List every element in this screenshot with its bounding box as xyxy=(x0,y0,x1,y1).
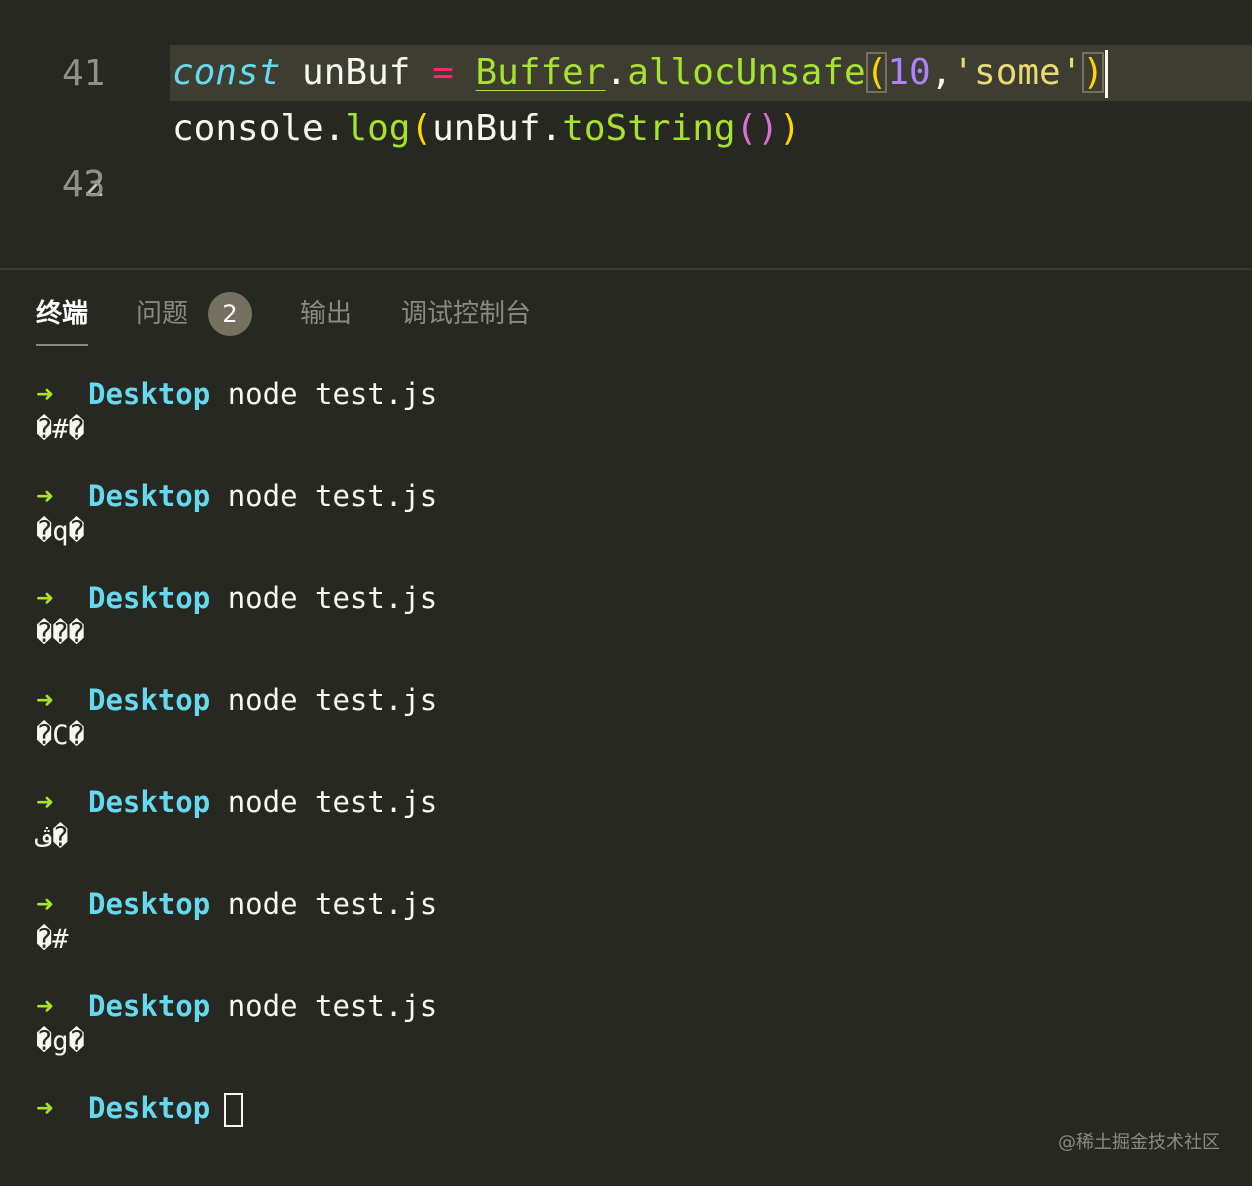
prompt-command: node test.js xyxy=(227,479,438,513)
identifier-token: unBuf xyxy=(280,52,433,93)
comma-token: , xyxy=(930,52,953,93)
open-paren-token: ( xyxy=(735,108,758,149)
terminal-prompt: ➜ Desktop node test.js xyxy=(36,372,437,416)
prompt-command: node test.js xyxy=(227,887,438,921)
command-output: ڤ� xyxy=(36,822,69,853)
method-token: allocUnsafe xyxy=(627,52,866,93)
tab-problems[interactable]: 问题 xyxy=(136,296,188,332)
prompt-directory: Desktop xyxy=(88,989,211,1023)
code-line-41[interactable]: 41 xyxy=(0,0,1252,94)
prompt-directory: Desktop xyxy=(88,785,211,819)
code-line-43[interactable]: 43 console.log(unBuf.toString()) xyxy=(0,101,1252,205)
panel-tabs: 终端 问题 2 输出 调试控制台 xyxy=(0,270,1252,356)
terminal-entry: ➜ Desktop node test.js ڤ� xyxy=(36,780,1216,880)
prompt-directory: Desktop xyxy=(88,1091,211,1125)
open-paren-token: ( xyxy=(410,108,433,149)
prompt-command: node test.js xyxy=(227,785,438,819)
terminal-prompt: ➜ Desktop node test.js xyxy=(36,780,437,824)
keyword-token: const xyxy=(172,52,281,93)
line-number: 43 xyxy=(62,164,106,205)
command-output: �g� xyxy=(36,1026,85,1057)
code-editor[interactable]: 41 42 const unBuf = Buffer.allocUnsafe(1… xyxy=(0,0,1252,268)
method-token: log xyxy=(345,108,411,149)
terminal-prompt: ➜ Desktop node test.js xyxy=(36,984,437,1028)
identifier-token: console xyxy=(172,108,324,149)
prompt-arrow-icon: ➜ xyxy=(36,1091,54,1125)
tab-output[interactable]: 输出 xyxy=(300,296,352,332)
tab-terminal[interactable]: 终端 xyxy=(36,296,88,332)
prompt-command: node test.js xyxy=(227,989,438,1023)
terminal-entry: ➜ Desktop node test.js �# xyxy=(36,882,1216,982)
problems-count-badge[interactable]: 2 xyxy=(208,292,252,336)
close-paren-token: ) xyxy=(757,108,779,149)
dot-token: . xyxy=(540,108,563,149)
prompt-directory: Desktop xyxy=(88,683,211,717)
terminal-entry: ➜ Desktop node test.js ��� xyxy=(36,576,1216,676)
prompt-directory: Desktop xyxy=(88,581,211,615)
string-token: 'some' xyxy=(952,52,1083,93)
prompt-command: node test.js xyxy=(227,581,438,615)
terminal-entry: ➜ Desktop node test.js �g� xyxy=(36,984,1216,1084)
bottom-panel: 终端 问题 2 输出 调试控制台 ➜ Desktop node test.js �… xyxy=(0,268,1252,1184)
terminal-view[interactable]: ➜ Desktop node test.js �#� ➜ Desktop node … xyxy=(0,356,1252,1176)
terminal-entry: ➜ Desktop node test.js �C� xyxy=(36,678,1216,778)
terminal-entry: ➜ Desktop node test.js �#� xyxy=(36,372,1216,472)
prompt-command: node test.js xyxy=(227,377,438,411)
prompt-command: node test.js xyxy=(227,683,438,717)
command-output: �q� xyxy=(36,516,85,547)
command-output: ��� xyxy=(36,618,85,649)
terminal-entry-current: ➜ Desktop xyxy=(36,1086,1216,1186)
identifier-token: unBuf xyxy=(432,108,541,149)
terminal-prompt: ➜ Desktop node test.js xyxy=(36,678,437,722)
open-paren-token: ( xyxy=(865,52,888,93)
prompt-directory: Desktop xyxy=(88,887,211,921)
dot-token: . xyxy=(323,108,346,149)
watermark: @稀土掘金技术社区 xyxy=(1058,1132,1220,1153)
operator-token: = xyxy=(432,52,454,93)
code-line-42[interactable]: 42 const unBuf = Buffer.allocUnsafe(10,'… xyxy=(0,45,1252,205)
terminal-prompt: ➜ Desktop node test.js xyxy=(36,576,437,620)
class-token: Buffer xyxy=(475,52,606,93)
active-tab-indicator xyxy=(36,344,88,346)
close-paren-token: ) xyxy=(778,108,801,149)
terminal-prompt[interactable]: ➜ Desktop xyxy=(36,1086,244,1130)
code-text[interactable]: const unBuf = Buffer.allocUnsafe(10,'som… xyxy=(172,45,1109,101)
text-cursor xyxy=(1105,50,1109,98)
terminal-entry: ➜ Desktop node test.js �q� xyxy=(36,474,1216,574)
command-output: �C� xyxy=(36,720,85,751)
dot-token: . xyxy=(605,52,628,93)
terminal-prompt: ➜ Desktop node test.js xyxy=(36,882,437,926)
command-output: �# xyxy=(36,924,69,955)
code-text[interactable]: console.log(unBuf.toString()) xyxy=(172,101,801,157)
prompt-directory: Desktop xyxy=(88,479,211,513)
command-output: �#� xyxy=(36,414,85,445)
tab-debug-console[interactable]: 调试控制台 xyxy=(401,296,531,332)
number-token: 10 xyxy=(887,52,931,93)
terminal-prompt: ➜ Desktop node test.js xyxy=(36,474,437,518)
terminal-cursor[interactable] xyxy=(224,1093,244,1127)
prompt-directory: Desktop xyxy=(88,377,211,411)
close-paren-token: ) xyxy=(1082,52,1105,93)
method-token: toString xyxy=(562,108,736,149)
